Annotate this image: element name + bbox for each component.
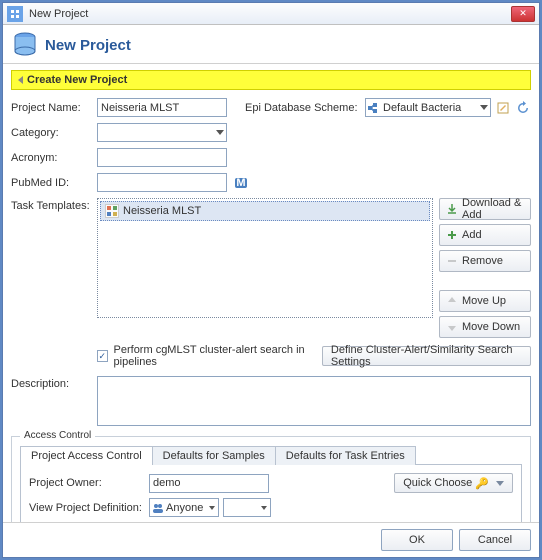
template-buttons: Download & Add Add Remove Move Up Move D… bbox=[439, 198, 531, 338]
window-title: New Project bbox=[29, 8, 511, 20]
epi-scheme-select[interactable]: Default Bacteria bbox=[365, 98, 491, 117]
project-header-icon bbox=[13, 31, 37, 59]
template-icon bbox=[105, 204, 119, 218]
move-up-button[interactable]: Move Up bbox=[439, 290, 531, 312]
cluster-settings-button[interactable]: Define Cluster-Alert/Similarity Search S… bbox=[322, 346, 531, 366]
download-icon bbox=[446, 203, 458, 215]
plus-icon bbox=[446, 229, 458, 241]
view-def-select[interactable]: Anyone bbox=[149, 498, 219, 517]
acronym-label: Acronym: bbox=[11, 152, 97, 164]
project-owner-label: Project Owner: bbox=[29, 477, 149, 489]
access-control-tabs: Project Access Control Defaults for Samp… bbox=[20, 445, 522, 465]
refresh-scheme-button[interactable] bbox=[515, 100, 531, 116]
access-control-fieldset: Access Control Project Access Control De… bbox=[11, 436, 531, 522]
chevron-down-icon bbox=[261, 506, 267, 510]
chevron-down-icon bbox=[209, 506, 215, 510]
acronym-input[interactable] bbox=[97, 148, 227, 167]
dialog-body: Create New Project Project Name: Epi Dat… bbox=[3, 64, 539, 522]
epi-scheme-label: Epi Database Scheme: bbox=[245, 102, 365, 114]
template-item-label: Neisseria MLST bbox=[123, 205, 201, 217]
check-icon: ✓ bbox=[98, 351, 106, 362]
close-button[interactable]: ✕ bbox=[511, 6, 535, 22]
description-label: Description: bbox=[11, 376, 97, 390]
arrow-up-icon bbox=[446, 295, 458, 307]
cluster-alert-checkbox[interactable]: ✓ bbox=[97, 350, 108, 362]
create-project-banner[interactable]: Create New Project bbox=[11, 70, 531, 90]
remove-button[interactable]: Remove bbox=[439, 250, 531, 272]
category-select[interactable] bbox=[97, 123, 227, 142]
description-textarea[interactable] bbox=[97, 376, 531, 426]
pubmed-label: PubMed ID: bbox=[11, 177, 97, 189]
chevron-down-icon bbox=[216, 130, 224, 135]
task-templates-label: Task Templates: bbox=[11, 198, 97, 338]
minus-icon bbox=[446, 255, 458, 267]
new-project-dialog: New Project ✕ New Project Create New Pro… bbox=[2, 2, 540, 558]
collapse-icon bbox=[18, 76, 23, 84]
add-button[interactable]: Add bbox=[439, 224, 531, 246]
move-down-button[interactable]: Move Down bbox=[439, 316, 531, 338]
project-name-input[interactable] bbox=[97, 98, 227, 117]
epi-scheme-value: Default Bacteria bbox=[383, 102, 461, 114]
quick-choose-button[interactable]: Quick Choose 🔑 bbox=[394, 473, 513, 493]
dialog-header: New Project bbox=[3, 25, 539, 64]
project-owner-input[interactable] bbox=[149, 474, 269, 493]
tab-defaults-samples[interactable]: Defaults for Samples bbox=[152, 446, 276, 465]
pubmed-lookup-button[interactable]: M bbox=[233, 175, 249, 191]
key-icon: 🔑 bbox=[475, 477, 489, 490]
tab-project-access[interactable]: Project Access Control bbox=[20, 446, 153, 465]
title-bar: New Project ✕ bbox=[3, 3, 539, 25]
scheme-icon bbox=[368, 102, 380, 114]
category-label: Category: bbox=[11, 127, 97, 139]
tab-body: Project Owner: Quick Choose 🔑 View Proje… bbox=[20, 465, 522, 522]
chevron-down-icon bbox=[480, 105, 488, 110]
project-name-label: Project Name: bbox=[11, 102, 97, 114]
task-templates-list[interactable]: Neisseria MLST bbox=[97, 198, 433, 318]
dialog-footer: OK Cancel bbox=[3, 522, 539, 557]
people-icon bbox=[153, 503, 163, 513]
edit-scheme-button[interactable] bbox=[495, 100, 511, 116]
svg-text:M: M bbox=[236, 177, 245, 189]
cluster-alert-label: Perform cgMLST cluster-alert search in p… bbox=[114, 344, 316, 368]
download-add-button[interactable]: Download & Add bbox=[439, 198, 531, 220]
cancel-button[interactable]: Cancel bbox=[459, 529, 531, 551]
dialog-title: New Project bbox=[45, 37, 131, 54]
view-def-label: View Project Definition: bbox=[29, 502, 149, 514]
arrow-down-icon bbox=[446, 321, 458, 333]
tab-defaults-task-entries[interactable]: Defaults for Task Entries bbox=[275, 446, 416, 465]
app-icon bbox=[7, 6, 23, 22]
banner-text: Create New Project bbox=[27, 74, 127, 86]
pubmed-input[interactable] bbox=[97, 173, 227, 192]
chevron-down-icon bbox=[496, 481, 504, 486]
access-control-legend: Access Control bbox=[20, 430, 95, 441]
ok-button[interactable]: OK bbox=[381, 529, 453, 551]
view-def-extra-select[interactable] bbox=[223, 498, 271, 517]
template-item[interactable]: Neisseria MLST bbox=[100, 201, 430, 221]
